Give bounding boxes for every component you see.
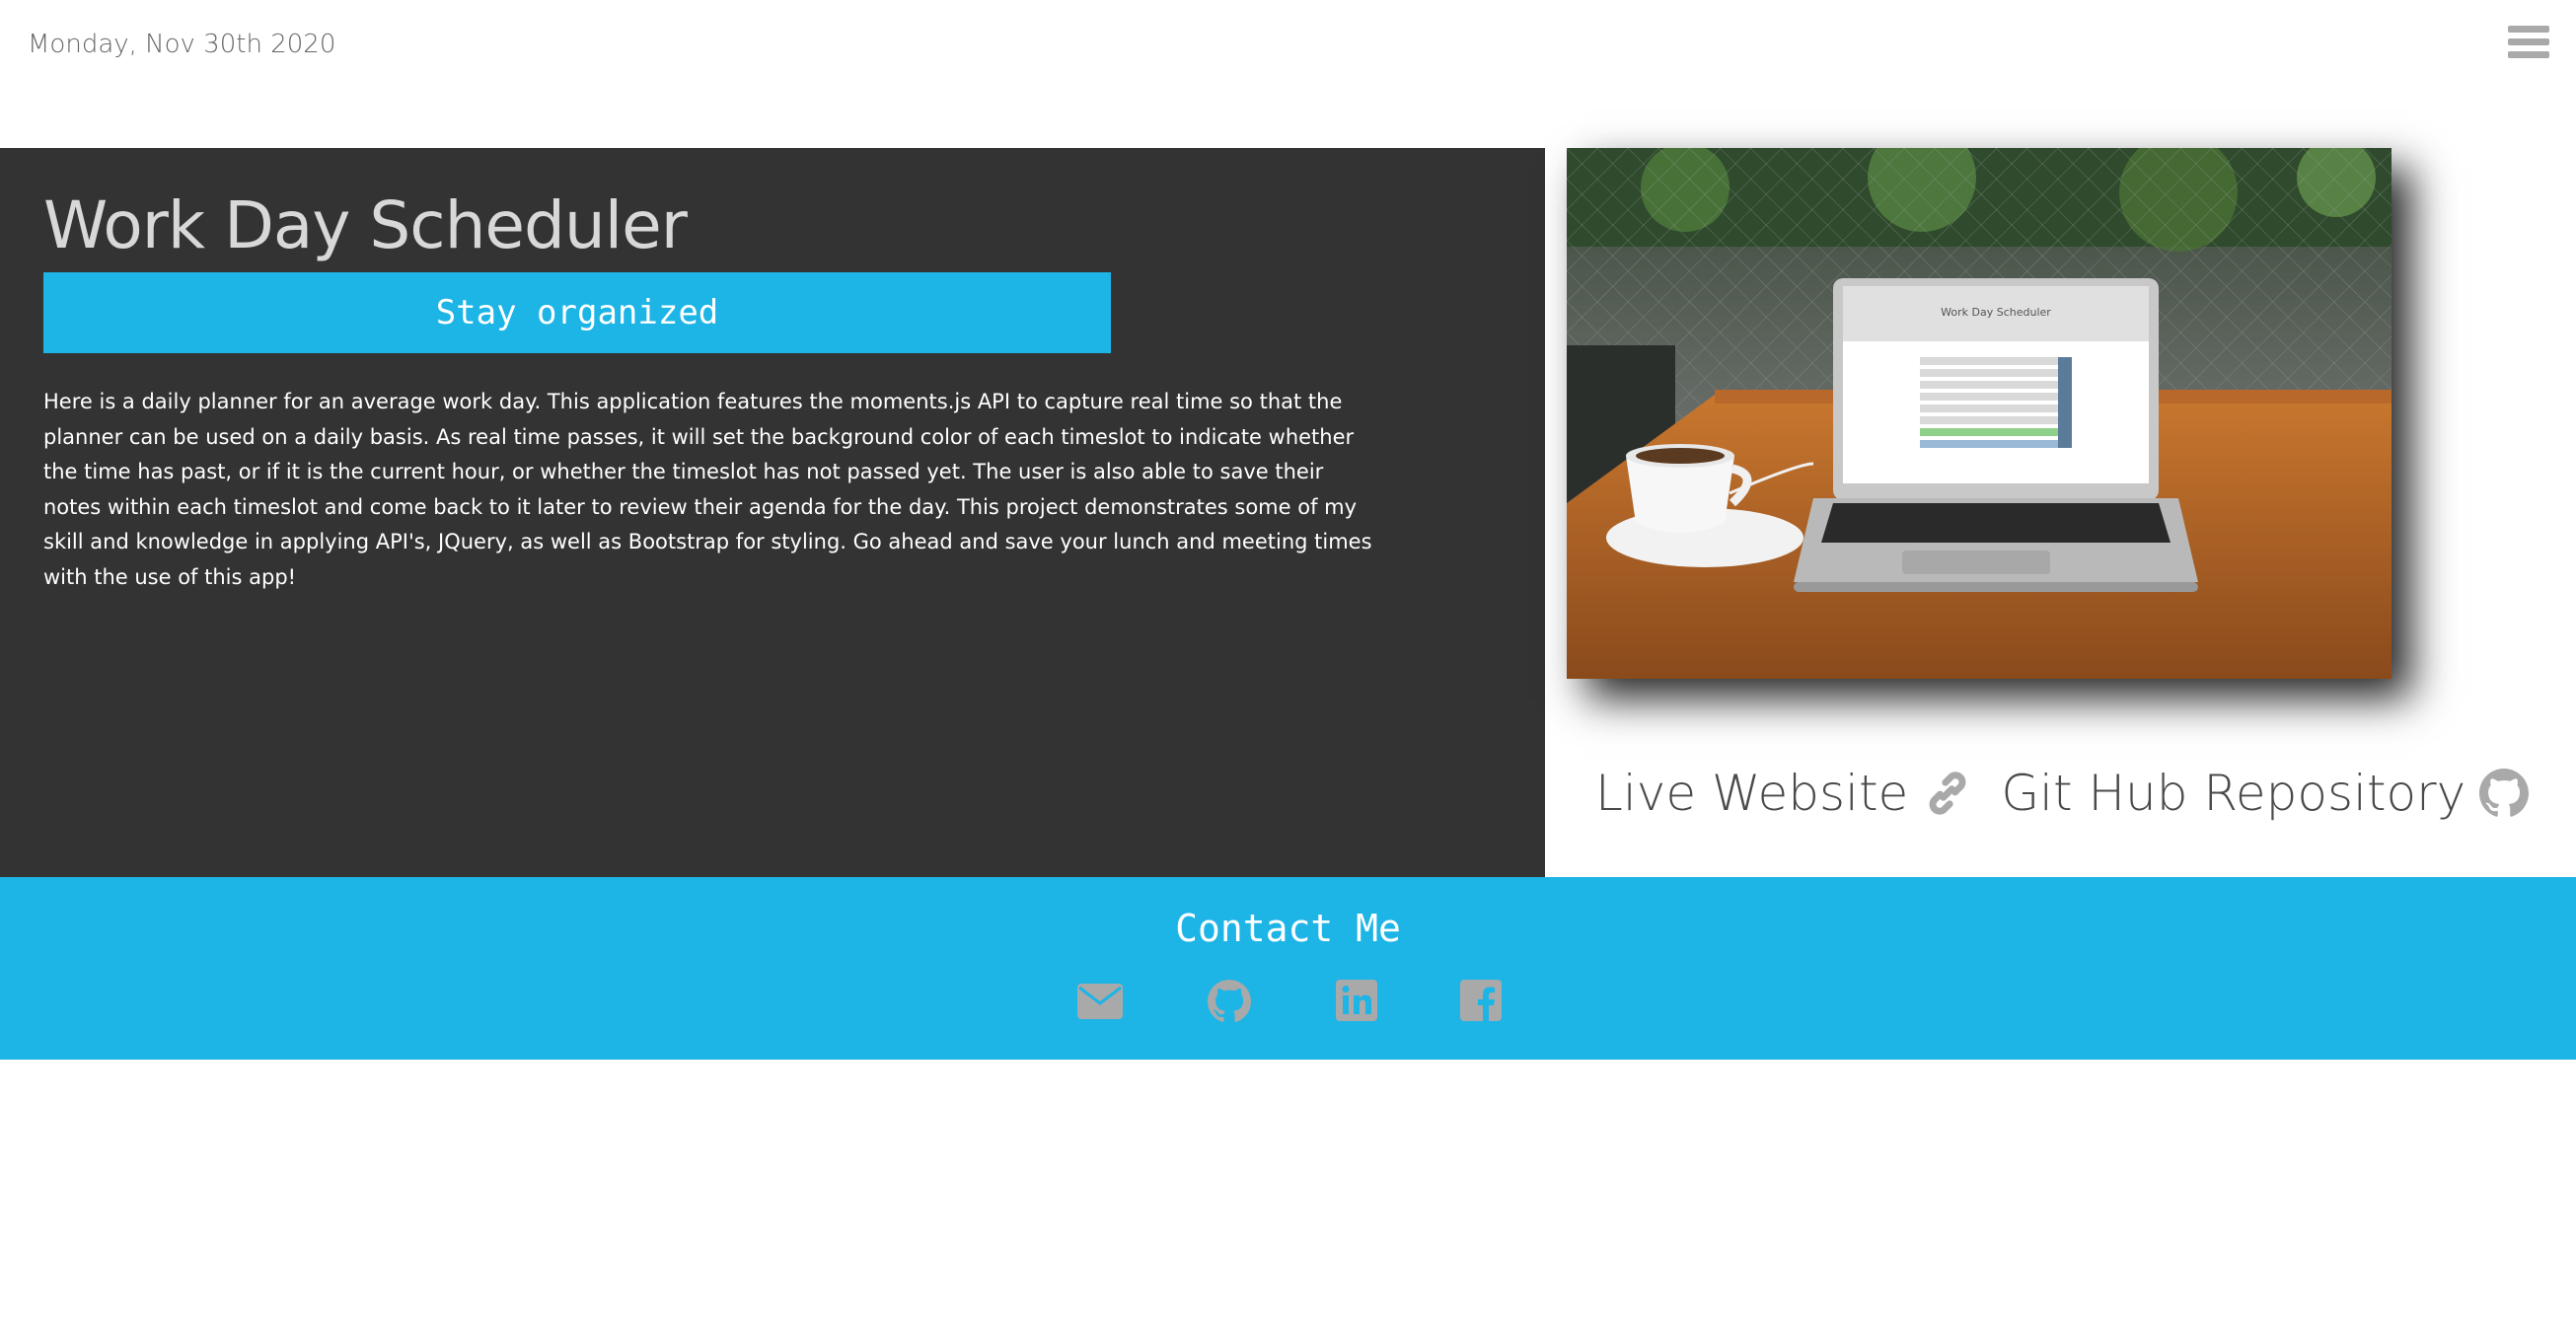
github-icon [2479,769,2530,817]
project-description: Here is a daily planner for an average w… [43,390,1372,589]
live-website-link[interactable]: Live Website [1595,765,1973,822]
contact-title: Contact Me [1175,907,1401,950]
hamburger-menu-icon[interactable] [2508,26,2549,63]
svg-text:Work Day Scheduler: Work Day Scheduler [1941,306,2051,319]
linkedin-icon[interactable] [1336,980,1377,1026]
facebook-icon[interactable] [1460,980,1502,1026]
github-icon[interactable] [1208,980,1251,1028]
contact-footer: Contact Me [0,877,2576,1060]
envelope-icon[interactable] [1077,984,1123,1024]
subtitle-banner: Stay organized [43,272,1111,353]
link-icon [1929,772,1966,815]
current-date: Monday, Nov 30th 2020 [28,30,336,59]
live-website-label: Live Website [1595,765,1909,822]
subtitle-text: Stay organized [435,293,719,332]
github-repository-link[interactable]: Git Hub Repository [2001,765,2530,822]
project-links: Live Website Git Hub Repository [1595,765,2530,822]
project-title: Work Day Scheduler [43,187,688,263]
project-screenshot: Work Day Scheduler [1567,148,2392,679]
github-repository-label: Git Hub Repository [2001,765,2466,822]
project-description-panel: Work Day Scheduler Stay organized Here i… [0,148,1545,877]
